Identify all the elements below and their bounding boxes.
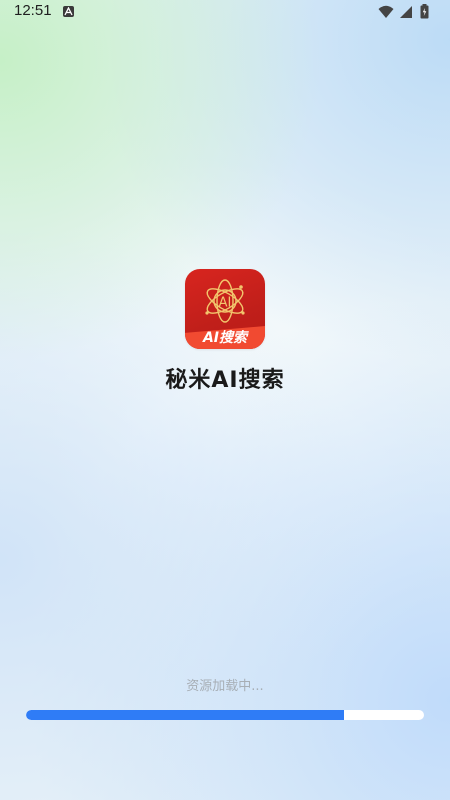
loading-progress-bar — [26, 710, 424, 720]
logo-label: AI搜索 — [202, 330, 248, 346]
app-title: 秘米AI搜索 — [165, 368, 285, 393]
logo-emblem-text: AI — [219, 296, 232, 311]
a-notification-icon — [63, 6, 74, 17]
loading-progress-fill — [26, 710, 345, 720]
status-time: 12:51 — [14, 2, 52, 19]
cellular-signal-icon — [400, 4, 413, 23]
status-bar: 12:51 — [0, 0, 450, 26]
loading-status-text: 资源加载中... — [186, 679, 264, 694]
app-logo: AI AI搜索 — [185, 269, 265, 349]
wifi-icon — [378, 4, 394, 23]
battery-icon — [420, 4, 429, 23]
status-icons — [378, 4, 436, 20]
